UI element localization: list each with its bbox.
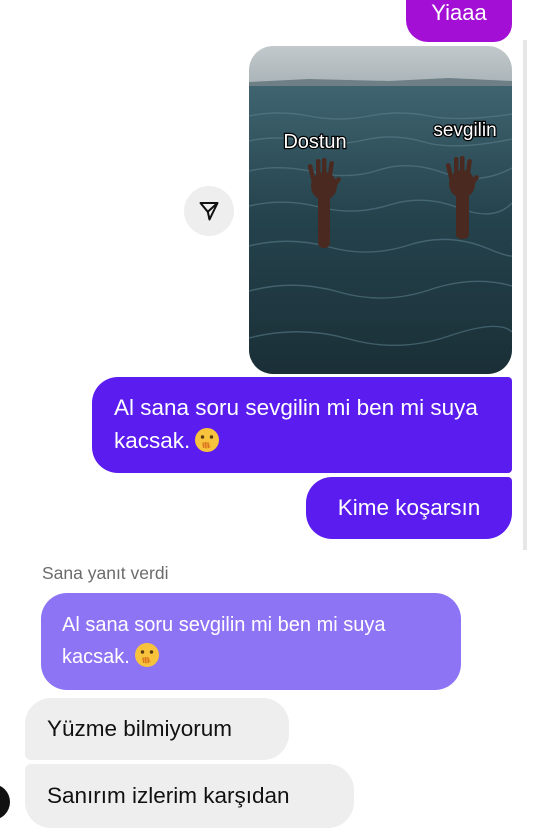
message-text: Al sana soru sevgilin mi ben mi suya kac… xyxy=(114,395,478,453)
image-label-right: sevgilin xyxy=(433,120,496,141)
shared-image-message[interactable]: Dostun sevgilin xyxy=(249,46,512,374)
message-text: Kime koşarsın xyxy=(337,495,481,520)
message-text: Yüzme bilmiyorum xyxy=(47,716,233,741)
share-button[interactable] xyxy=(184,186,234,236)
reply-label: Sana yanıt verdi xyxy=(42,563,169,583)
face-with-hand-over-mouth-icon xyxy=(134,643,159,667)
message-text: Yiaaa xyxy=(431,0,487,25)
received-message-bubble[interactable]: Yüzme bilmiyorum xyxy=(25,698,289,760)
received-message-bubble[interactable]: Sanırım izlerim karşıdan xyxy=(25,764,354,828)
avatar[interactable] xyxy=(0,784,10,820)
sent-message-bubble[interactable]: Al sana soru sevgilin mi ben mi suya kac… xyxy=(92,377,512,473)
quoted-message[interactable]: Al sana soru sevgilin mi ben mi suya kac… xyxy=(41,593,461,690)
thread-edge-divider xyxy=(523,40,527,550)
message-text: Sanırım izlerim karşıdan xyxy=(47,783,290,808)
face-with-hand-over-mouth-icon xyxy=(195,428,220,452)
send-icon xyxy=(199,202,219,221)
image-label-left: Dostun xyxy=(283,131,346,153)
meme-image: Dostun sevgilin xyxy=(249,46,512,374)
sent-message-bubble[interactable]: Kime koşarsın xyxy=(306,477,512,539)
quoted-message-text: Al sana soru sevgilin mi ben mi suya kac… xyxy=(62,614,386,668)
sent-message-bubble[interactable]: Yiaaa xyxy=(406,0,512,42)
